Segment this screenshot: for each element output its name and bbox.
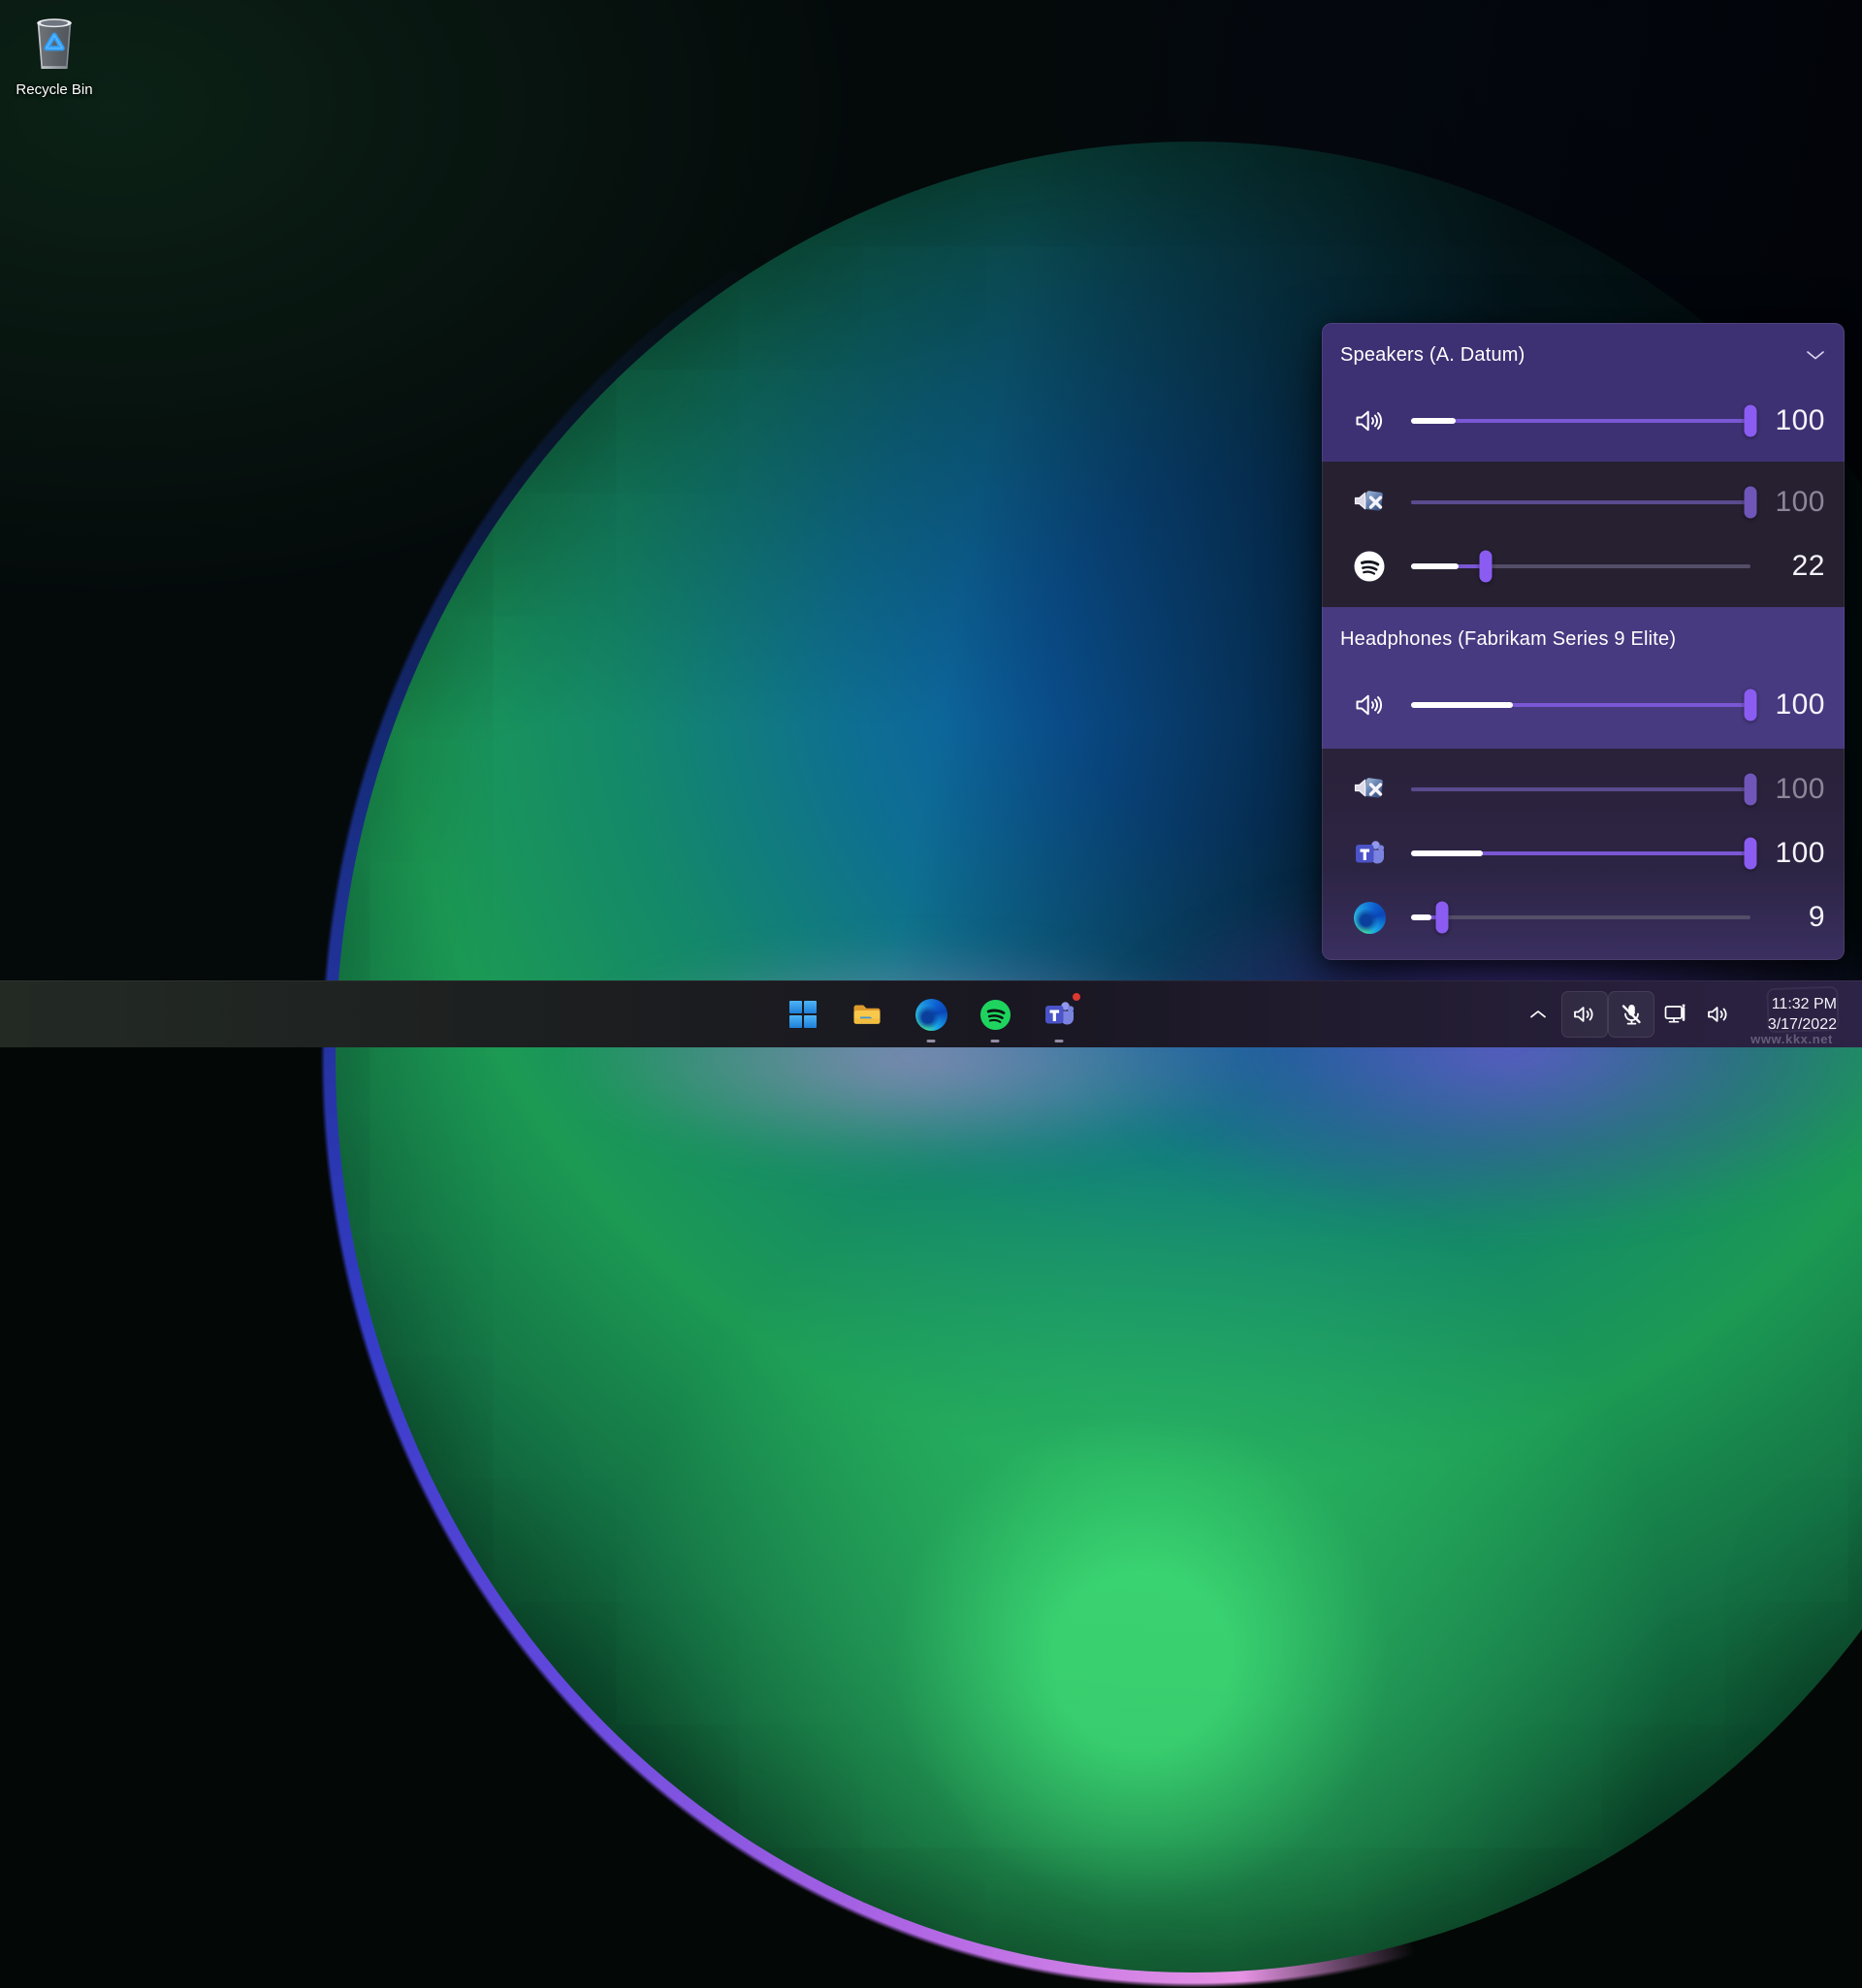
speaker-icon (1572, 1002, 1597, 1027)
app-volume-row: 9 (1322, 885, 1845, 949)
slider-thumb[interactable] (1745, 838, 1757, 870)
tray-volume-button[interactable] (1561, 991, 1608, 1038)
recycle-bin-icon (28, 10, 80, 74)
device-volume-row: 100 (1322, 673, 1845, 737)
volume-value: 22 (1761, 550, 1845, 583)
apps-section-speakers: 100 22 (1322, 462, 1845, 607)
teams-icon (1043, 998, 1075, 1031)
device-volume-row: 100 (1322, 389, 1845, 453)
tray-overflow-button[interactable] (1521, 995, 1556, 1034)
volume-slider[interactable] (1411, 401, 1750, 440)
clock[interactable]: 11:32 PM 3/17/2022 (1748, 994, 1837, 1035)
tray-pen-display-button[interactable] (1654, 993, 1697, 1036)
system-sounds-muted-icon[interactable] (1351, 771, 1388, 808)
volume-slider[interactable] (1411, 483, 1750, 522)
windows-logo-icon (788, 1000, 818, 1029)
volume-slider[interactable] (1411, 770, 1750, 809)
device-title[interactable]: Speakers (A. Datum) (1340, 344, 1525, 367)
teams-icon[interactable] (1351, 835, 1388, 872)
app-volume-row: 100 (1322, 757, 1845, 821)
device-title[interactable]: Headphones (Fabrikam Series 9 Elite) (1340, 628, 1676, 651)
microphone-muted-icon (1619, 1002, 1644, 1027)
chevron-down-icon[interactable] (1806, 350, 1825, 361)
edge-icon (915, 999, 947, 1031)
volume-mixer-flyout: Speakers (A. Datum) 100 (1322, 323, 1845, 960)
edge-icon[interactable] (1351, 899, 1388, 936)
recycle-bin-label: Recycle Bin (8, 81, 101, 98)
speaker-icon (1706, 1002, 1731, 1027)
volume-value: 100 (1761, 404, 1845, 437)
teams-taskbar-button[interactable] (1039, 994, 1079, 1035)
peak-meter (1411, 702, 1513, 708)
peak-meter (1411, 418, 1456, 424)
app-volume-row: 100 (1322, 821, 1845, 885)
device-section-speakers: Speakers (A. Datum) 100 (1322, 323, 1845, 462)
volume-slider[interactable] (1411, 834, 1750, 873)
peak-meter (1411, 563, 1459, 569)
slider-thumb[interactable] (1745, 774, 1757, 806)
app-volume-row: 22 (1322, 534, 1845, 598)
speaker-loud-icon[interactable] (1351, 687, 1388, 723)
running-indicator (1055, 1040, 1064, 1043)
volume-slider[interactable] (1411, 686, 1750, 724)
chevron-up-icon (1529, 1010, 1547, 1019)
slider-thumb[interactable] (1745, 689, 1757, 721)
system-sounds-muted-icon[interactable] (1351, 484, 1388, 521)
apps-section-headphones: 100 100 9 (1322, 749, 1845, 960)
taskbar-center-apps (783, 981, 1079, 1047)
volume-value: 100 (1761, 773, 1845, 806)
volume-value: 9 (1761, 901, 1845, 934)
spotify-icon (979, 999, 1011, 1031)
app-volume-row: 100 (1322, 470, 1845, 534)
tray-mic-muted-button[interactable] (1608, 991, 1654, 1038)
spotify-taskbar-button[interactable] (975, 994, 1015, 1035)
peak-meter (1411, 914, 1431, 920)
volume-value: 100 (1761, 837, 1845, 870)
slider-thumb[interactable] (1480, 551, 1493, 583)
notification-badge (1071, 991, 1082, 1003)
start-button[interactable] (783, 994, 823, 1035)
speaker-loud-icon[interactable] (1351, 402, 1388, 439)
running-indicator (991, 1040, 1000, 1043)
pen-display-icon (1663, 1002, 1688, 1027)
watermark-text: www.kkx.net (1750, 1032, 1833, 1046)
volume-value: 100 (1761, 486, 1845, 519)
recycle-bin-shortcut[interactable]: Recycle Bin (8, 10, 101, 98)
volume-value: 100 (1761, 689, 1845, 721)
edge-taskbar-button[interactable] (911, 994, 951, 1035)
slider-thumb[interactable] (1745, 487, 1757, 519)
device-section-headphones: Headphones (Fabrikam Series 9 Elite) 100 (1322, 607, 1845, 749)
file-explorer-icon (851, 999, 883, 1030)
slider-thumb[interactable] (1435, 902, 1448, 934)
volume-slider[interactable] (1411, 898, 1750, 937)
file-explorer-button[interactable] (847, 994, 887, 1035)
tray-speaker-button[interactable] (1697, 993, 1740, 1036)
taskbar: 11:32 PM 3/17/2022 www.kkx.net (0, 980, 1862, 1047)
clock-time: 11:32 PM (1748, 994, 1837, 1014)
spotify-icon[interactable] (1351, 548, 1388, 585)
peak-meter (1411, 850, 1483, 856)
running-indicator (927, 1040, 936, 1043)
slider-thumb[interactable] (1745, 405, 1757, 437)
volume-slider[interactable] (1411, 547, 1750, 586)
